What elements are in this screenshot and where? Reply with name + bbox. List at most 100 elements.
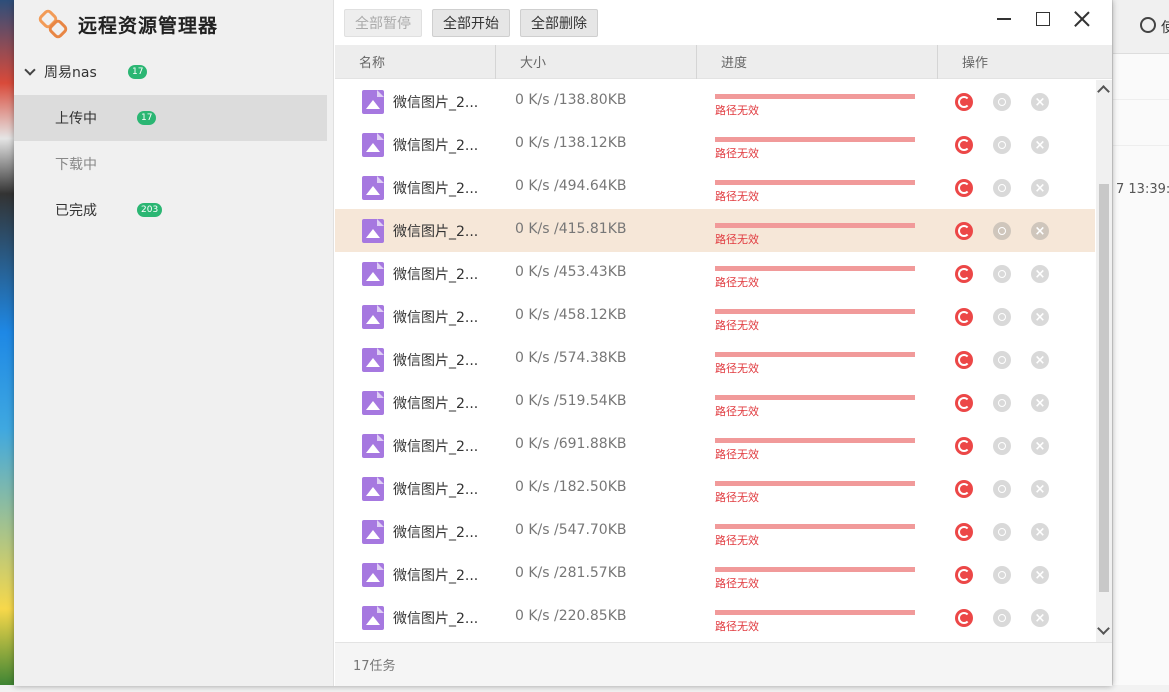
retry-icon[interactable]: [955, 222, 973, 240]
table-row[interactable]: 微信图片_2... 0 K/s /494.64KB 路径无效: [335, 166, 1095, 209]
delete-all-button[interactable]: 全部删除: [520, 8, 598, 37]
retry-icon[interactable]: [955, 265, 973, 283]
search-icon[interactable]: [993, 308, 1011, 326]
search-icon[interactable]: [993, 437, 1011, 455]
table-row[interactable]: 微信图片_2... 0 K/s /691.88KB 路径无效: [335, 424, 1095, 467]
file-name: 微信图片_2...: [393, 267, 479, 283]
sidebar-item-downloading[interactable]: 下载中: [14, 141, 327, 187]
delete-icon[interactable]: [1031, 480, 1049, 498]
table-row[interactable]: 微信图片_2... 0 K/s /281.57KB 路径无效: [335, 553, 1095, 596]
delete-icon[interactable]: [1031, 179, 1049, 197]
background-window-label: 使: [1161, 19, 1169, 36]
chevron-down-icon: [24, 63, 36, 76]
file-size: 0 K/s /547.70KB: [515, 522, 627, 538]
retry-icon[interactable]: [955, 308, 973, 326]
image-file-icon: [362, 219, 384, 243]
file-name: 微信图片_2...: [393, 525, 479, 541]
progress-status: 路径无效: [715, 448, 759, 461]
delete-icon[interactable]: [1031, 351, 1049, 369]
search-icon[interactable]: [993, 93, 1011, 111]
retry-icon[interactable]: [955, 566, 973, 584]
pause-all-button[interactable]: 全部暂停: [344, 8, 422, 37]
delete-icon[interactable]: [1031, 265, 1049, 283]
progress-bar: [715, 266, 915, 271]
table-row[interactable]: 微信图片_2... 0 K/s /138.12KB 路径无效: [335, 123, 1095, 166]
sidebar-item-completed[interactable]: 已完成 203: [14, 187, 327, 233]
table-row[interactable]: 微信图片_2... 0 K/s /138.80KB 路径无效: [335, 80, 1095, 123]
column-header-size[interactable]: 大小: [496, 44, 697, 79]
sidebar-group-nas[interactable]: 周易nas 17: [14, 48, 333, 95]
vertical-scrollbar[interactable]: [1096, 80, 1112, 642]
search-icon[interactable]: [993, 222, 1011, 240]
file-name: 微信图片_2...: [393, 439, 479, 455]
minimize-button[interactable]: [991, 6, 1017, 32]
image-file-icon: [362, 563, 384, 587]
scrollbar-thumb[interactable]: [1099, 184, 1109, 592]
delete-icon[interactable]: [1031, 609, 1049, 627]
table-row[interactable]: 微信图片_2... 0 K/s /547.70KB 路径无效: [335, 510, 1095, 553]
close-button[interactable]: [1069, 6, 1095, 32]
retry-icon[interactable]: [955, 437, 973, 455]
delete-icon[interactable]: [1031, 136, 1049, 154]
brand-header: 远程资源管理器: [14, 0, 333, 48]
delete-icon[interactable]: [1031, 566, 1049, 584]
file-size: 0 K/s /519.54KB: [515, 393, 627, 409]
scroll-down-arrow-icon[interactable]: [1097, 622, 1110, 635]
image-file-icon: [362, 305, 384, 329]
table-row[interactable]: 微信图片_2... 0 K/s /220.85KB 路径无效: [335, 596, 1095, 639]
table-row[interactable]: 微信图片_2... 0 K/s /458.12KB 路径无效: [335, 295, 1095, 338]
retry-icon[interactable]: [955, 136, 973, 154]
file-name: 微信图片_2...: [393, 95, 479, 111]
search-icon[interactable]: [993, 609, 1011, 627]
retry-icon[interactable]: [955, 351, 973, 369]
background-window-header: 使: [1113, 0, 1169, 54]
delete-icon[interactable]: [1031, 93, 1049, 111]
retry-icon[interactable]: [955, 179, 973, 197]
search-icon[interactable]: [993, 523, 1011, 541]
delete-icon[interactable]: [1031, 308, 1049, 326]
file-size: 0 K/s /281.57KB: [515, 565, 627, 581]
table-row[interactable]: 微信图片_2... 0 K/s /574.38KB 路径无效: [335, 338, 1095, 381]
task-list: 微信图片_2...0 K/s /138.80KB路径无效微信图片_2...0 K…: [335, 80, 1095, 642]
delete-icon[interactable]: [1031, 394, 1049, 412]
table-row[interactable]: 微信图片_2... 0 K/s /182.50KB 路径无效: [335, 467, 1095, 510]
search-icon[interactable]: [993, 136, 1011, 154]
column-header-progress[interactable]: 进度: [697, 44, 938, 79]
image-file-icon: [362, 520, 384, 544]
delete-icon[interactable]: [1031, 437, 1049, 455]
retry-icon[interactable]: [955, 93, 973, 111]
image-file-icon: [362, 348, 384, 372]
column-header-name[interactable]: 名称: [335, 44, 496, 79]
retry-icon[interactable]: [955, 480, 973, 498]
retry-icon[interactable]: [955, 523, 973, 541]
search-icon[interactable]: [993, 480, 1011, 498]
search-icon[interactable]: [993, 179, 1011, 197]
file-size: 0 K/s /182.50KB: [515, 479, 627, 495]
file-size: 0 K/s /494.64KB: [515, 178, 627, 194]
scroll-up-arrow-icon[interactable]: [1097, 85, 1110, 98]
app-title: 远程资源管理器: [78, 14, 219, 37]
file-name: 微信图片_2...: [393, 353, 479, 369]
delete-icon[interactable]: [1031, 523, 1049, 541]
maximize-button[interactable]: [1030, 6, 1056, 32]
search-icon[interactable]: [993, 394, 1011, 412]
start-all-button[interactable]: 全部开始: [432, 8, 510, 37]
table-header: 名称 大小 进度 操作: [335, 44, 1112, 79]
background-window-row: [1113, 54, 1169, 100]
retry-icon[interactable]: [955, 609, 973, 627]
sidebar-group-badge: 17: [128, 64, 148, 79]
status-footer: 17任务: [335, 642, 1112, 686]
progress-status: 路径无效: [715, 362, 759, 375]
file-size: 0 K/s /453.43KB: [515, 264, 627, 280]
table-row[interactable]: 微信图片_2... 0 K/s /519.54KB 路径无效: [335, 381, 1095, 424]
search-icon[interactable]: [993, 566, 1011, 584]
image-file-icon: [362, 477, 384, 501]
search-icon[interactable]: [993, 265, 1011, 283]
delete-icon[interactable]: [1031, 222, 1049, 240]
table-row[interactable]: 微信图片_2... 0 K/s /453.43KB 路径无效: [335, 252, 1095, 295]
table-row[interactable]: 微信图片_2... 0 K/s /415.81KB 路径无效: [335, 209, 1095, 252]
main-content: 全部暂停 全部开始 全部删除 名称 大小 进度 操作 微信图片_2... 0 K/…: [335, 0, 1112, 686]
retry-icon[interactable]: [955, 394, 973, 412]
sidebar-item-uploading[interactable]: 上传中 17: [14, 95, 327, 141]
search-icon[interactable]: [993, 351, 1011, 369]
